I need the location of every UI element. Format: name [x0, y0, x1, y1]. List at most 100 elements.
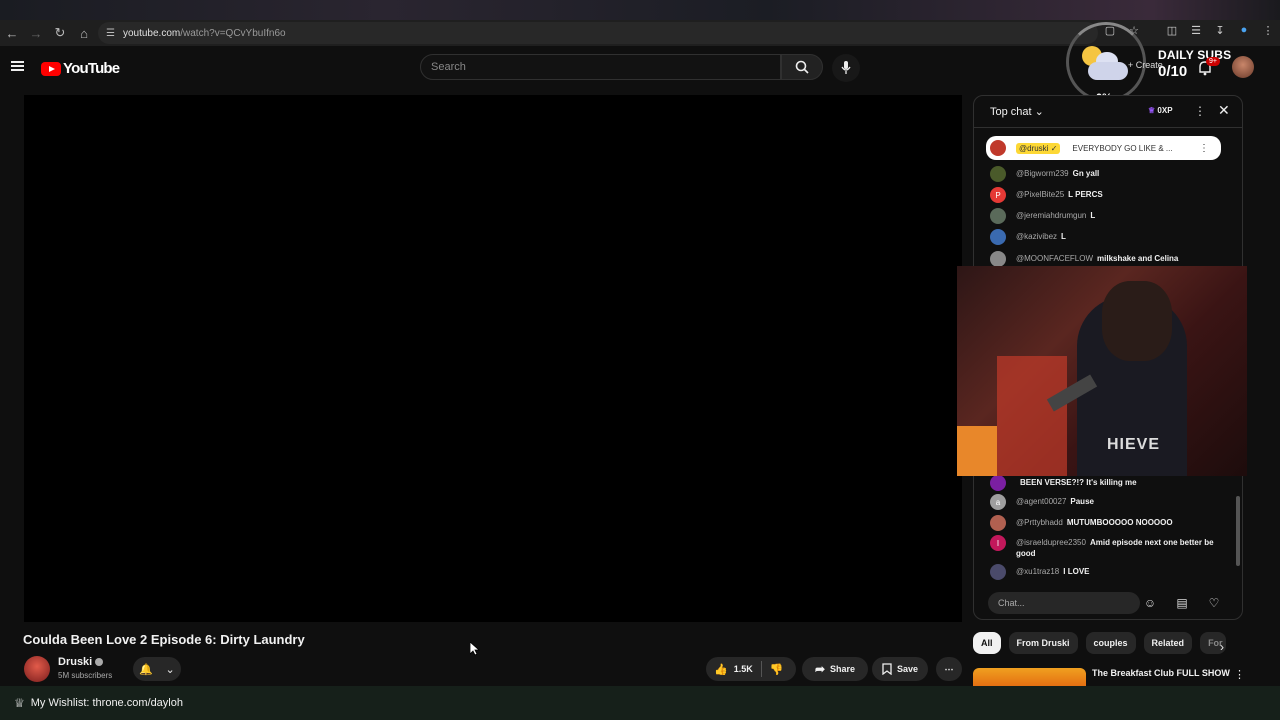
pinned-message[interactable]: @druski ✓ EVERYBODY GO LIKE & ... ⋮: [986, 136, 1221, 160]
recommended-video-thumbnail[interactable]: [973, 668, 1086, 688]
channel-avatar[interactable]: [24, 656, 50, 682]
like-button[interactable]: 👍 1.5K: [706, 657, 761, 681]
chat-input[interactable]: Chat...: [988, 592, 1140, 614]
voice-search-button[interactable]: [832, 54, 860, 82]
save-button[interactable]: Save: [872, 657, 928, 681]
chat-message[interactable]: I @israeldupree2350 Amid episode next one …: [990, 535, 1220, 559]
chat-username[interactable]: @agent00027: [1016, 497, 1066, 506]
media-icon[interactable]: ☰: [1188, 22, 1204, 38]
thumbs-up-icon: 👍: [714, 663, 728, 676]
search-icon: [795, 60, 809, 74]
chip-couples[interactable]: couples: [1085, 632, 1136, 654]
chat-message-text: @Prttybhadd MUTUMBOOOOO NOOOOO: [1016, 517, 1173, 528]
chat-avatar: [990, 208, 1006, 224]
recommendation-chips: All From Druski couples Related For: [973, 632, 1227, 656]
chat-body: MUTUMBOOOOO NOOOOO: [1066, 518, 1173, 527]
pinned-menu-icon[interactable]: ⋮: [1199, 143, 1209, 154]
recommended-video-title[interactable]: The Breakfast Club FULL SHOW: [1092, 668, 1230, 678]
chat-username[interactable]: @xu1traz18: [1016, 567, 1059, 576]
download-icon[interactable]: ↧: [1212, 22, 1228, 38]
chat-placeholder: Chat...: [998, 598, 1025, 608]
account-avatar[interactable]: [1232, 56, 1254, 78]
chat-avatar: [990, 251, 1006, 267]
pinned-avatar: [990, 140, 1006, 156]
chat-message[interactable]: a @agent00027 Pause: [990, 494, 1220, 510]
top-chat-dropdown[interactable]: Top chat ⌄: [990, 105, 1044, 118]
super-chat-icon[interactable]: ▤: [1174, 595, 1190, 611]
address-bar[interactable]: ☰ youtube.com/watch?v=QCvYbuIfn6o: [98, 22, 1098, 44]
chat-username[interactable]: @Bigworm239: [1016, 169, 1069, 178]
url-path: /watch?v=QCvYbuIfn6o: [180, 27, 286, 39]
xp-badge[interactable]: ♕ 0XP: [1148, 106, 1173, 115]
chat-message[interactable]: @MOONFACEFLOW milkshake and Celina: [990, 251, 1220, 267]
webcam-overlay: HIEVE: [957, 266, 1247, 476]
more-actions-button[interactable]: ⋯: [936, 657, 962, 681]
share-label: Share: [830, 664, 856, 674]
profile-icon[interactable]: ●: [1236, 22, 1252, 38]
close-chat-icon[interactable]: ✕: [1218, 102, 1230, 119]
youtube-logo[interactable]: YouTube: [41, 60, 120, 77]
desktop-background-strip: [0, 0, 1280, 20]
chat-body: BEEN VERSE?!? It's killing me: [1020, 478, 1137, 487]
search-input[interactable]: Search: [420, 54, 781, 80]
chip-from-druski[interactable]: From Druski: [1008, 632, 1078, 654]
wishlist-banner-text: My Wishlist: throne.com/dayloh: [30, 697, 183, 709]
chat-scrollbar[interactable]: [1236, 496, 1240, 566]
chat-message-text: @kazivibez L: [1016, 231, 1066, 242]
browser-menu-icon[interactable]: ⋮: [1260, 22, 1276, 38]
chat-message[interactable]: @Prttybhadd MUTUMBOOOOO NOOOOO: [990, 515, 1220, 531]
extensions-icon[interactable]: ◫: [1164, 22, 1180, 38]
search-placeholder: Search: [431, 61, 466, 73]
chat-avatar: [990, 564, 1006, 580]
chat-message[interactable]: @xu1traz18 I LOVE: [990, 564, 1220, 580]
webcam-shirt-text: HIEVE: [1107, 436, 1161, 453]
xp-label: 0XP: [1157, 106, 1173, 115]
menu-icon[interactable]: [11, 61, 24, 72]
url-text: youtube.com/watch?v=QCvYbuIfn6o: [123, 28, 286, 39]
chat-message[interactable]: P @PixelBite25 L PERCS: [990, 187, 1220, 203]
chat-message-text: @agent00027 Pause: [1016, 496, 1094, 507]
recommended-menu-icon[interactable]: ⋮: [1234, 668, 1245, 681]
chat-username[interactable]: @PixelBite25: [1016, 190, 1064, 199]
chat-message[interactable]: BEEN VERSE?!? It's killing me: [990, 475, 1220, 491]
subscription-bell-button[interactable]: 🔔 ⌄: [133, 657, 181, 681]
chat-body: milkshake and Celina: [1097, 254, 1179, 263]
video-player[interactable]: [24, 95, 962, 622]
crown-icon: ♕: [1148, 106, 1156, 115]
chat-username[interactable]: @kazivibez: [1016, 232, 1057, 241]
more-horizontal-icon: ⋯: [944, 663, 954, 674]
chat-message[interactable]: @Bigworm239 Gn yall: [990, 166, 1220, 182]
chat-username[interactable]: @jeremiahdrumgun: [1016, 211, 1086, 220]
chat-username[interactable]: @MOONFACEFLOW: [1016, 254, 1093, 263]
pinned-message-text: EVERYBODY GO LIKE & ...: [1072, 143, 1173, 153]
search-button[interactable]: [781, 54, 823, 80]
chip-related[interactable]: Related: [1143, 632, 1193, 654]
verified-badge-icon: [95, 658, 104, 667]
notification-badge: 9+: [1206, 57, 1220, 66]
site-settings-icon[interactable]: ☰: [106, 28, 115, 39]
chip-all[interactable]: All: [973, 632, 1001, 654]
chat-message[interactable]: @kazivibez L: [990, 229, 1220, 245]
forward-arrow-icon[interactable]: →: [24, 21, 48, 45]
like-count: 1.5K: [733, 664, 753, 674]
chat-menu-icon[interactable]: ⋮: [1194, 104, 1206, 118]
back-arrow-icon[interactable]: ←: [0, 21, 24, 45]
reload-icon[interactable]: ↻: [48, 21, 72, 45]
heart-icon[interactable]: ♡: [1206, 595, 1222, 611]
chat-body: L: [1090, 211, 1096, 220]
chat-message[interactable]: @jeremiahdrumgun L: [990, 208, 1220, 224]
chat-username[interactable]: @israeldupree2350: [1016, 538, 1086, 547]
bell-icon: 🔔: [139, 663, 153, 676]
chat-username[interactable]: @Prttybhadd: [1016, 518, 1063, 527]
cloud-icon: [1088, 62, 1128, 80]
chevron-down-icon: ⌄: [1034, 106, 1044, 118]
video-title: Coulda Been Love 2 Episode 6: Dirty Laun…: [23, 632, 305, 647]
chat-header: Top chat ⌄ ♕ 0XP ⋮ ✕: [974, 96, 1242, 128]
channel-name[interactable]: Druski: [58, 656, 104, 668]
chat-message-text: @PixelBite25 L PERCS: [1016, 189, 1103, 200]
share-button[interactable]: ➦ Share: [802, 657, 868, 681]
chevron-right-icon[interactable]: ›: [1220, 640, 1224, 654]
emoji-icon[interactable]: ☺: [1142, 595, 1158, 611]
home-icon[interactable]: ⌂: [72, 21, 96, 45]
dislike-button[interactable]: 👎: [762, 657, 792, 681]
